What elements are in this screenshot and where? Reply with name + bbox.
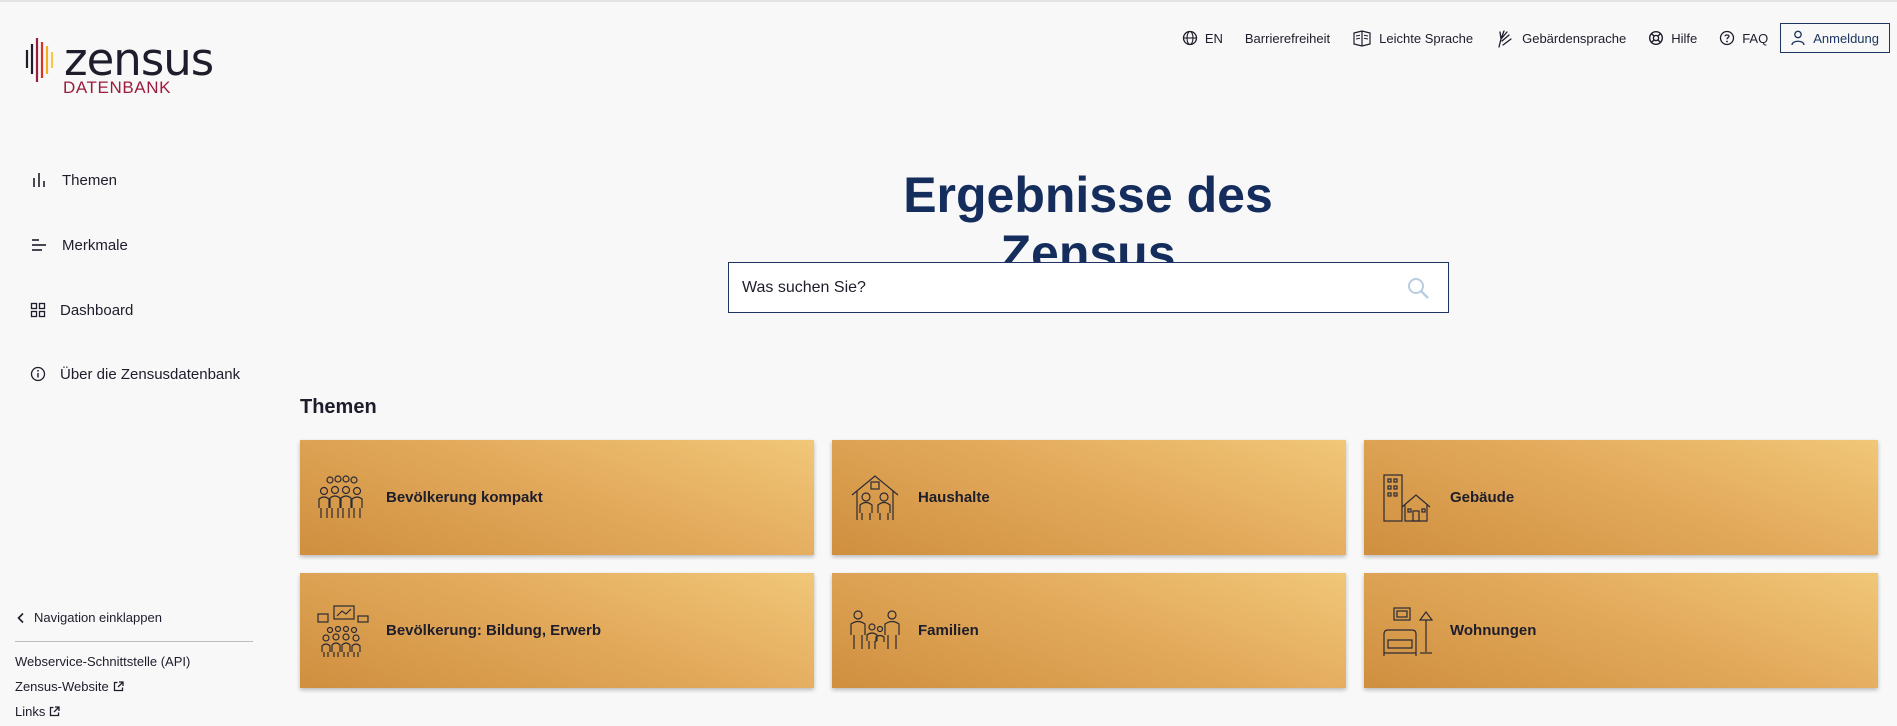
sidebar-item-merkmale[interactable]: Merkmale [30,233,128,257]
tile-bevoelkerung-kompakt[interactable]: Bevölkerung kompakt [300,440,814,555]
links-label: Links [15,704,46,719]
zensus-website-link[interactable]: Zensus-Website [15,679,124,694]
sidebar-item-label: Dashboard [60,301,134,319]
sidebar-item-label: Themen [62,171,118,189]
bar-chart-icon [33,173,45,187]
sidebar-item-label: Über die Zensusdatenbank [60,365,241,383]
tile-label: Wohnungen [1450,622,1537,639]
collapse-navigation-button[interactable]: Navigation einklappen [16,610,162,625]
education-work-icon [316,604,370,658]
tile-label: Familien [918,622,979,639]
zensus-logo[interactable]: zensus DATENBANK [24,34,224,100]
api-link-label: Webservice-Schnittstelle (API) [15,654,191,669]
easy-language-link[interactable]: Leichte Sprache [1352,28,1473,48]
family-icon [848,604,902,658]
collapse-label: Navigation einklappen [34,610,162,625]
tile-familien[interactable]: Familien [832,573,1346,688]
book-icon [1353,30,1371,47]
sidebar-item-about[interactable]: Über die Zensusdatenbank [30,362,240,386]
search-icon [1408,277,1429,299]
sidebar-item-dashboard[interactable]: Dashboard [30,298,133,322]
tile-label: Bevölkerung: Bildung, Erwerb [386,622,602,639]
apartment-icon [1380,604,1434,658]
globe-icon [1182,30,1197,46]
utility-nav: EN Barrierefreiheit Leichte Sprache Gebä… [1160,23,1890,53]
household-icon [848,471,902,525]
external-link-icon [113,681,124,692]
faq-label: FAQ [1742,30,1769,46]
zensus-website-label: Zensus-Website [15,679,109,694]
logo-bars-icon [25,38,54,82]
lines-icon [32,239,46,251]
search-button[interactable] [1398,276,1438,300]
accessibility-label: Barrierefreiheit [1244,30,1331,46]
logo-subtitle: DATENBANK [63,78,172,97]
tile-wohnungen[interactable]: Wohnungen [1364,573,1878,688]
external-link-icon [50,706,61,717]
tile-gebaeude[interactable]: Gebäude [1364,440,1878,555]
language-label: EN [1204,30,1223,46]
grid-icon [30,302,46,318]
faq-link[interactable]: FAQ [1719,30,1768,46]
help-label: Hilfe [1671,30,1698,46]
login-label: Anmeldung [1813,30,1879,46]
sidebar-item-themen[interactable]: Themen [30,168,117,192]
sidebar-divider [15,641,253,642]
sign-hands-icon [1498,30,1512,48]
search-input[interactable] [729,263,1398,312]
tile-haushalte[interactable]: Haushalte [832,440,1346,555]
accessibility-link[interactable]: Barrierefreiheit [1245,31,1330,46]
people-group-icon [316,471,370,525]
question-circle-icon [1720,30,1735,46]
tile-label: Haushalte [918,489,990,506]
login-button[interactable]: Anmeldung [1780,23,1890,53]
sidebar-item-label: Merkmale [62,236,128,254]
lifebuoy-icon [1649,30,1664,46]
help-link[interactable]: Hilfe [1648,30,1697,46]
search-box [728,262,1449,313]
user-icon [1791,30,1805,46]
buildings-icon [1380,471,1434,525]
tile-label: Gebäude [1450,489,1515,506]
links-link[interactable]: Links [15,704,61,719]
chevron-left-icon [17,612,24,623]
api-link[interactable]: Webservice-Schnittstelle (API) [15,654,190,669]
language-switch[interactable]: EN [1182,30,1223,46]
easy-language-label: Leichte Sprache [1379,30,1474,46]
top-border [0,0,1897,2]
section-title-themen: Themen [300,396,377,418]
tile-bevoelkerung-bildung-erwerb[interactable]: Bevölkerung: Bildung, Erwerb [300,573,814,688]
info-icon [30,366,46,382]
tile-label: Bevölkerung kompakt [386,489,543,506]
sign-language-link[interactable]: Gebärdensprache [1495,27,1626,49]
sign-language-label: Gebärdensprache [1522,30,1627,46]
